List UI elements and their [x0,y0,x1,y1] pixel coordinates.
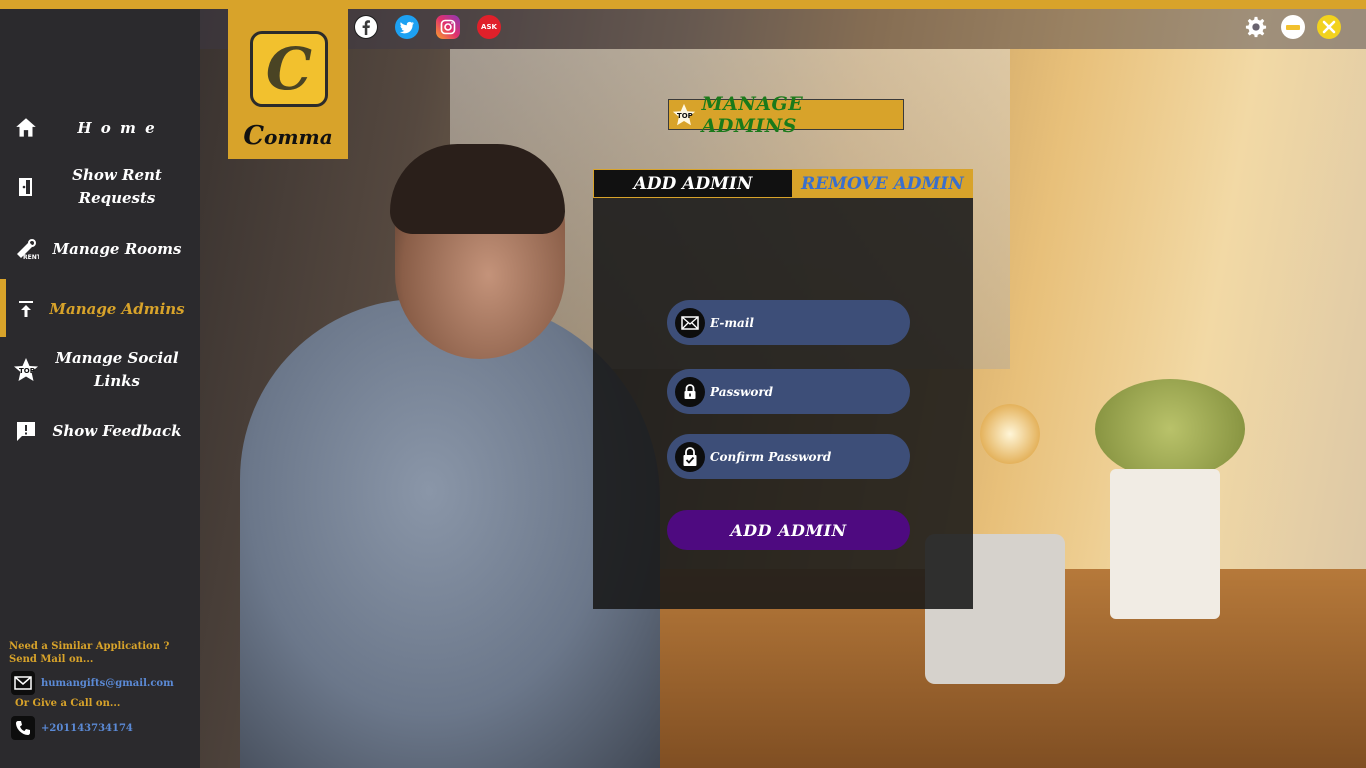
sidebar-item-label: Manage Rooms [52,239,182,258]
sidebar: H o m e Show Rent Requests RENT Manage R… [0,9,200,768]
gear-icon[interactable] [1244,15,1268,39]
sidebar-item-show-feedback[interactable]: Show Feedback [0,416,200,446]
add-admin-button[interactable]: ADD ADMIN [667,510,910,550]
app-logo: C Comma [228,9,348,159]
top-star-icon: TOP [12,356,40,384]
phone-icon [11,716,35,740]
sidebar-item-manage-admins[interactable]: Manage Admins [0,294,200,324]
logo-text: Comma [243,121,333,151]
contact-phone[interactable]: +201143734174 [41,723,133,734]
page-title-text: MANAGE ADMINS [701,92,804,137]
rent-key-icon: RENT [12,235,40,263]
top-accent-bar [0,0,1366,9]
logo-badge: C [250,31,328,107]
facebook-icon[interactable] [354,15,378,39]
sidebar-item-label: H o m e [77,118,157,137]
svg-text:RENT: RENT [23,254,39,261]
tab-add-admin[interactable]: ADD ADMIN [593,169,792,198]
sidebar-item-label: Manage Admins [49,299,185,318]
password-field[interactable] [667,369,910,414]
email-field[interactable] [667,300,910,345]
page-title: TOP MANAGE ADMINS [668,93,904,137]
ask-icon[interactable]: ASK [477,15,501,39]
contact-email[interactable]: humangifts@gmail.com [41,678,174,689]
upload-arrow-icon [12,295,40,323]
confirm-password-input[interactable] [710,449,900,464]
feedback-icon [12,417,40,445]
admin-form-panel: ADD ADMIN REMOVE ADMIN ADD ADMIN [593,169,973,609]
contact-email-row[interactable]: humangifts@gmail.com [11,671,174,695]
home-icon [12,114,40,142]
contact-call-label: Or Give a Call on... [15,698,121,709]
top-star-icon: TOP [670,101,698,129]
close-icon[interactable] [1317,15,1341,39]
contact-line-2: Send Mail on... [9,654,94,665]
mail-icon [11,671,35,695]
email-input[interactable] [710,315,900,330]
svg-text:TOP: TOP [677,111,693,119]
mail-icon [675,307,705,338]
sidebar-item-manage-social-links[interactable]: TOP Manage Social Links [0,347,200,393]
instagram-icon[interactable] [436,15,460,39]
contact-line-1: Need a Similar Application ? [9,641,170,652]
sidebar-item-label: Show Rent Requests [72,166,162,207]
tab-remove-admin[interactable]: REMOVE ADMIN [792,169,973,198]
twitter-icon[interactable] [395,15,419,39]
lock-check-icon [675,441,705,472]
minimize-icon[interactable] [1281,15,1305,39]
sidebar-item-label: Manage Social Links [55,349,179,390]
sidebar-item-show-rent-requests[interactable]: Show Rent Requests [0,164,200,210]
contact-phone-row[interactable]: +201143734174 [11,716,133,740]
door-icon [12,173,40,201]
sidebar-item-home[interactable]: H o m e [0,113,200,143]
svg-text:TOP: TOP [19,367,35,375]
sidebar-item-label: Show Feedback [52,421,182,440]
lock-icon [675,376,705,407]
password-input[interactable] [710,384,900,399]
confirm-password-field[interactable] [667,434,910,479]
sidebar-item-manage-rooms[interactable]: RENT Manage Rooms [0,234,200,264]
